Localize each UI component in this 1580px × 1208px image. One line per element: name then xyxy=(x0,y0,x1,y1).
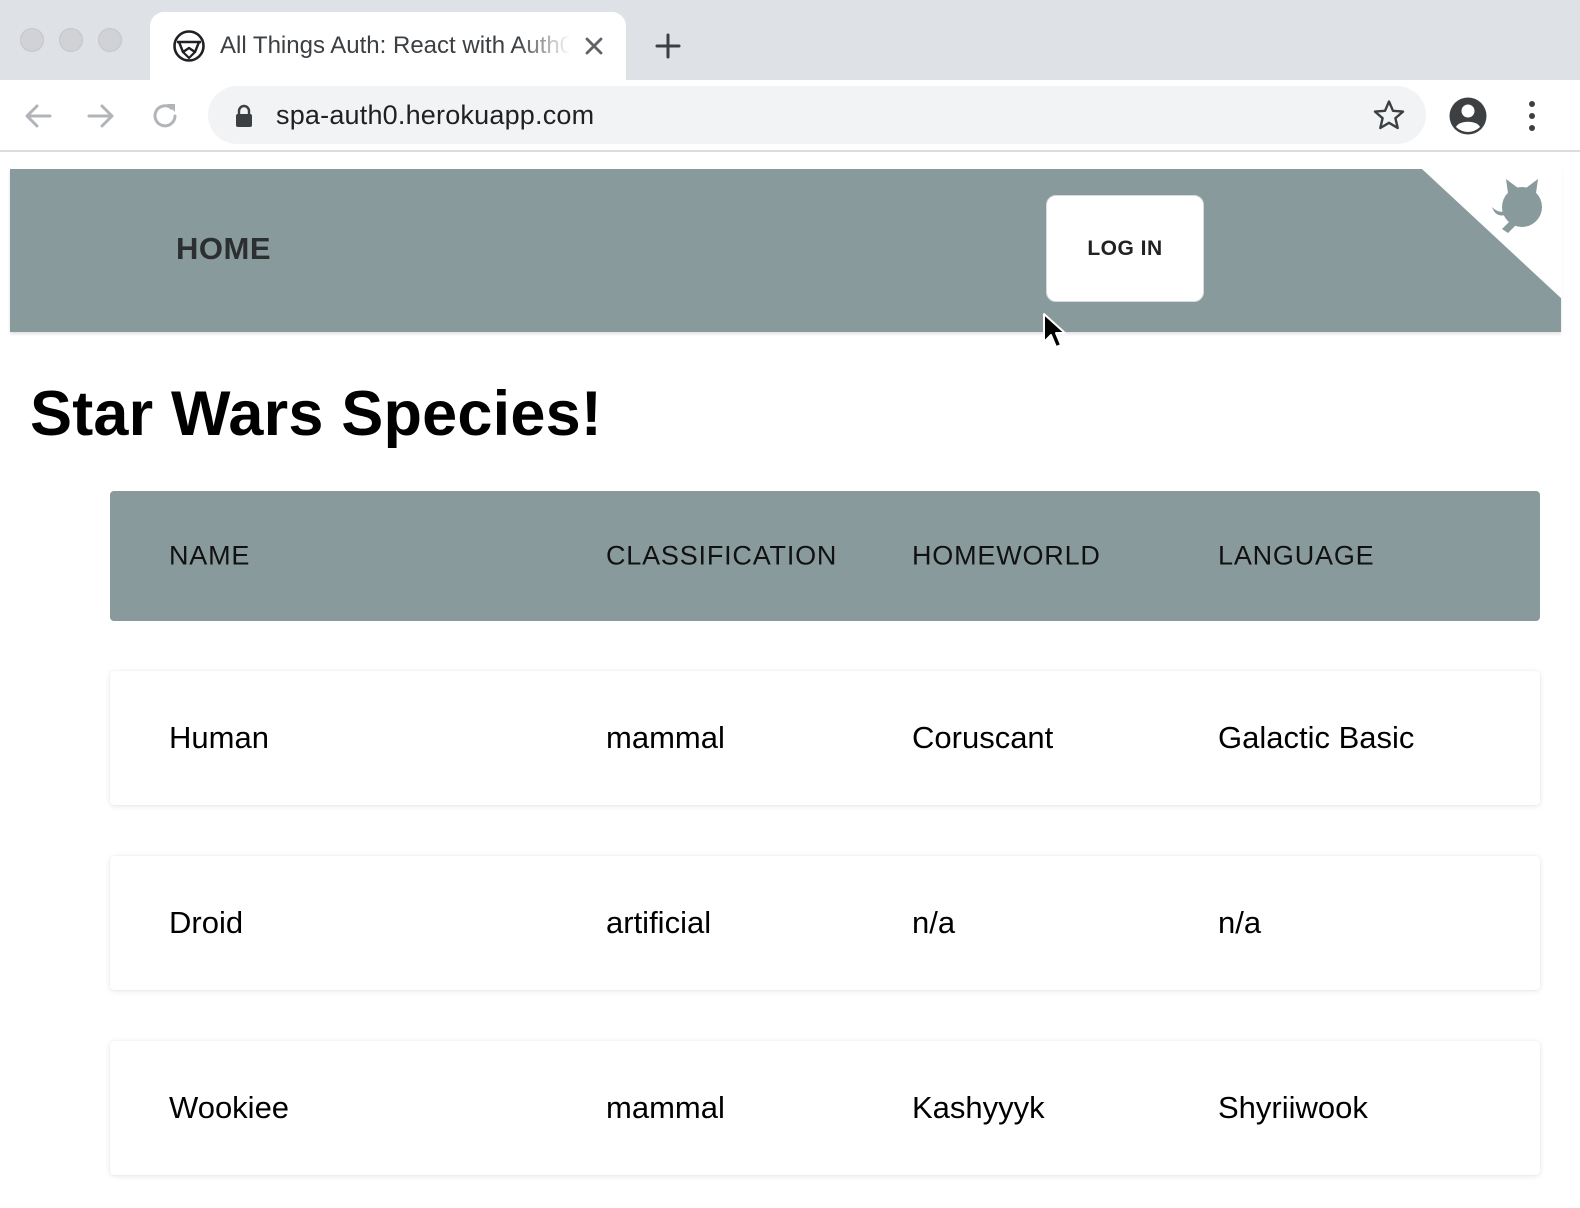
column-header-homeworld: HOMEWORLD xyxy=(912,540,1101,571)
lock-icon xyxy=(236,104,252,127)
column-header-name: NAME xyxy=(169,540,251,571)
url-text: spa-auth0.herokuapp.com xyxy=(276,100,595,130)
table-header-row: NAME CLASSIFICATION HOMEWORLD LANGUAGE xyxy=(110,491,1540,621)
column-header-classification: CLASSIFICATION xyxy=(606,540,838,571)
cell-classification: artificial xyxy=(606,905,712,940)
cell-language: Shyriiwook xyxy=(1218,1090,1368,1125)
cell-name: Droid xyxy=(169,905,244,940)
account-circle-icon[interactable] xyxy=(1448,96,1488,136)
reload-icon[interactable] xyxy=(147,98,183,134)
window-minimize-dot[interactable] xyxy=(59,28,83,52)
column-header-language: LANGUAGE xyxy=(1218,540,1375,571)
window-close-dot[interactable] xyxy=(20,28,44,52)
address-bar[interactable]: spa-auth0.herokuapp.com xyxy=(208,86,1426,144)
window-zoom-dot[interactable] xyxy=(98,28,122,52)
close-icon[interactable] xyxy=(580,32,608,60)
auth0-logo-icon xyxy=(173,30,205,62)
page-title: Star Wars Species! xyxy=(30,379,603,449)
more-vertical-icon[interactable] xyxy=(1520,96,1544,136)
login-button[interactable]: LOG IN xyxy=(1046,195,1204,302)
cell-homeworld: Coruscant xyxy=(912,720,1054,755)
star-icon[interactable] xyxy=(1372,98,1406,132)
table-row: Wookiee mammal Kashyyyk Shyriiwook xyxy=(110,1041,1540,1175)
cell-language: n/a xyxy=(1218,905,1262,940)
tab-title: All Things Auth: React with Auth0 xyxy=(220,32,570,59)
mouse-pointer-icon xyxy=(1043,313,1066,348)
github-corner[interactable] xyxy=(1422,169,1562,299)
cell-name: Wookiee xyxy=(169,1090,290,1125)
cell-name: Human xyxy=(169,720,269,755)
table-row: Droid artificial n/a n/a xyxy=(110,856,1540,990)
browser-tab-strip: All Things Auth: React with Auth0 xyxy=(0,0,1580,80)
arrow-left-icon[interactable] xyxy=(20,98,56,134)
cell-homeworld: Kashyyyk xyxy=(912,1090,1045,1125)
arrow-right-icon[interactable] xyxy=(83,98,119,134)
table-row: Human mammal Coruscant Galactic Basic xyxy=(110,671,1540,805)
cell-classification: mammal xyxy=(606,1090,725,1125)
browser-tab-active[interactable]: All Things Auth: React with Auth0 xyxy=(150,12,626,80)
nav-home-link[interactable]: HOME xyxy=(176,231,271,267)
plus-icon[interactable] xyxy=(652,30,684,62)
cell-homeworld: n/a xyxy=(912,905,956,940)
browser-toolbar: spa-auth0.herokuapp.com xyxy=(0,80,1580,152)
cell-language: Galactic Basic xyxy=(1218,720,1415,755)
cell-classification: mammal xyxy=(606,720,725,755)
app-navbar: HOME LOG IN xyxy=(10,169,1561,332)
